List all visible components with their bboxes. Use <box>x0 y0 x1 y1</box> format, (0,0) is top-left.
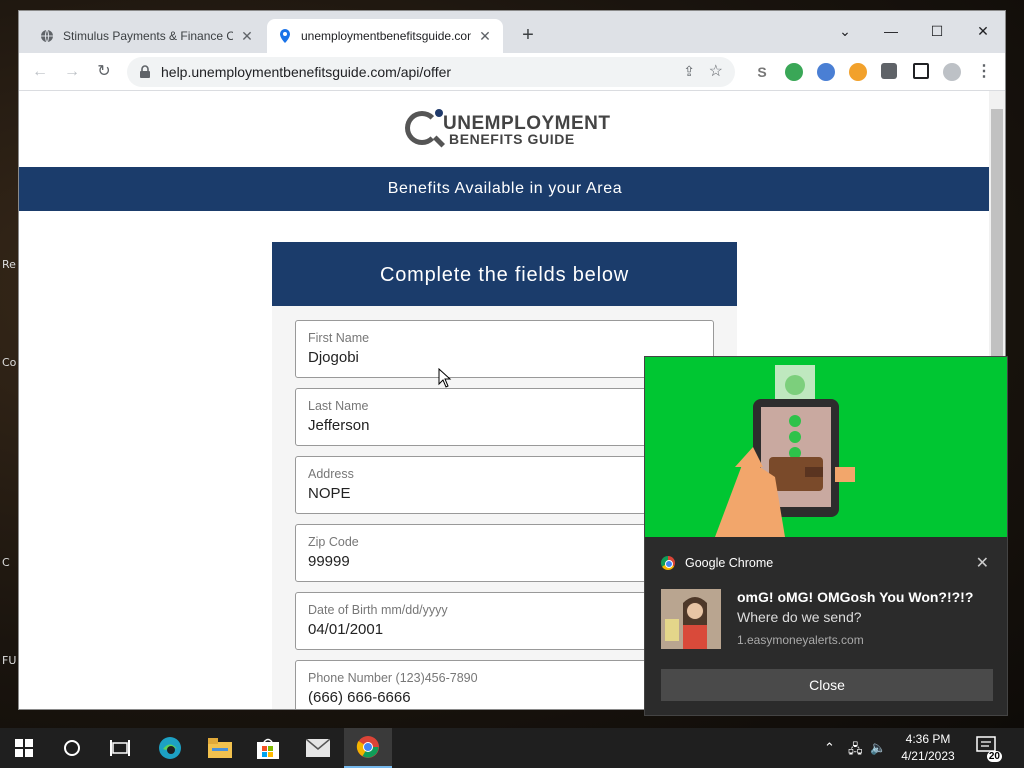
tab-title: Stimulus Payments & Finance Offers <box>63 29 233 43</box>
chrome-taskbar-icon[interactable] <box>344 728 392 768</box>
address-bar[interactable]: help.unemploymentbenefitsguide.com/api/o… <box>127 57 735 87</box>
search-circle-icon[interactable] <box>48 728 96 768</box>
url-text[interactable]: help.unemploymentbenefitsguide.com/api/o… <box>161 64 451 80</box>
notification-app-name: Google Chrome <box>685 556 774 570</box>
field-label: Last Name <box>308 399 369 413</box>
taskbar-clock[interactable]: 4:36 PM 4/21/2023 <box>890 731 966 765</box>
notification-close-icon[interactable]: ✕ <box>976 553 989 573</box>
field-value[interactable]: (666) 666-6666 <box>308 689 411 706</box>
notification-thumbnail <box>661 589 721 649</box>
scrollbar-thumb[interactable] <box>991 109 1003 369</box>
side-panel-icon[interactable] <box>913 63 929 79</box>
lock-icon <box>139 65 151 79</box>
edge-browser-icon[interactable] <box>146 728 194 768</box>
action-center-icon[interactable]: 20 <box>976 736 1002 762</box>
chrome-notification-toast[interactable]: Google Chrome ✕ omG! oMG! OMGosh You Won… <box>644 356 1008 716</box>
notification-close-button[interactable]: Close <box>661 669 993 701</box>
form-header: Complete the fields below <box>272 242 737 306</box>
logo-dot <box>435 109 443 117</box>
clock-date: 4/21/2023 <box>901 749 955 763</box>
field-label: Address <box>308 467 354 481</box>
file-explorer-icon[interactable] <box>196 728 244 768</box>
field-value[interactable]: Djogobi <box>308 349 359 366</box>
microsoft-store-icon[interactable] <box>244 728 292 768</box>
start-windows-icon[interactable] <box>0 728 48 768</box>
field-value[interactable]: 04/01/2001 <box>308 621 383 638</box>
extensions-puzzle-icon[interactable] <box>881 63 897 79</box>
share-icon[interactable]: ⇪ <box>683 63 695 80</box>
logo-line2: BENEFITS GUIDE <box>449 131 575 147</box>
field-label: Phone Number (123)456-7890 <box>308 671 478 685</box>
close-icon[interactable]: ✕ <box>239 28 255 44</box>
desktop-icon-label[interactable]: Co <box>2 356 16 369</box>
desktop-icon-label[interactable]: FU <box>2 654 16 667</box>
notification-source: 1.easymoneyalerts.com <box>737 633 864 647</box>
windows-taskbar: ⌃ 🖧 🔈 4:36 PM 4/21/2023 20 <box>0 728 1024 768</box>
maximize-button[interactable]: ☐ <box>917 17 957 45</box>
magnifier-handle <box>432 135 446 148</box>
tab-unemployment-benefits[interactable]: unemploymentbenefitsguide.com ✕ <box>267 19 503 53</box>
mail-icon[interactable] <box>294 728 342 768</box>
notification-body: Where do we send? <box>737 609 862 625</box>
location-pin-icon <box>277 28 293 44</box>
tab-search-button[interactable]: ⌄ <box>825 17 865 45</box>
mouse-cursor-icon <box>438 368 452 388</box>
bookmark-star-icon[interactable]: ☆ <box>709 61 723 81</box>
field-value[interactable]: Jefferson <box>308 417 369 434</box>
profile-avatar-icon[interactable] <box>943 63 961 81</box>
network-icon[interactable]: 🖧 <box>848 740 863 762</box>
extension-green-icon[interactable] <box>785 63 803 81</box>
desktop-icon-label[interactable]: C <box>2 556 10 569</box>
notification-title: omG! oMG! OMGosh You Won?!?!? <box>737 589 974 605</box>
chrome-icon <box>661 556 675 570</box>
clock-time: 4:36 PM <box>905 732 951 746</box>
task-view-icon[interactable] <box>96 728 144 768</box>
reload-icon[interactable]: ↻ <box>91 59 117 85</box>
browser-toolbar: ← → ↻ help.unemploymentbenefitsguide.com… <box>19 53 1005 91</box>
back-icon[interactable]: ← <box>27 59 53 85</box>
extension-orange-icon[interactable] <box>849 63 867 81</box>
extension-s-icon[interactable]: S <box>753 63 771 81</box>
extension-blue-icon[interactable] <box>817 63 835 81</box>
volume-muted-icon[interactable]: 🔈 <box>870 740 886 756</box>
notification-hero-image <box>645 357 1007 537</box>
new-tab-button[interactable]: + <box>517 25 539 47</box>
forward-icon[interactable]: → <box>59 59 85 85</box>
tab-strip: Stimulus Payments & Finance Offers ✕ une… <box>19 11 1005 53</box>
field-label: Zip Code <box>308 535 359 549</box>
window-close-button[interactable]: ✕ <box>963 17 1003 45</box>
site-logo[interactable]: UNEMPLOYMENT BENEFITS GUIDE <box>405 109 610 153</box>
tab-title: unemploymentbenefitsguide.com <box>301 29 471 43</box>
benefits-banner: Benefits Available in your Area <box>19 167 991 211</box>
tab-stimulus-payments[interactable]: Stimulus Payments & Finance Offers ✕ <box>29 19 265 53</box>
field-value[interactable]: 99999 <box>308 553 350 570</box>
field-value[interactable]: NOPE <box>308 485 351 502</box>
desktop-icon-label[interactable]: Re <box>2 258 16 271</box>
notification-count-badge: 20 <box>986 751 1002 762</box>
field-label: Date of Birth mm/dd/yyyy <box>308 603 448 617</box>
phone-wallet-money-illustration <box>715 365 855 537</box>
tray-overflow-chevron-icon[interactable]: ⌃ <box>824 740 835 756</box>
minimize-button[interactable]: — <box>871 17 911 45</box>
close-icon[interactable]: ✕ <box>477 28 493 44</box>
globe-icon <box>39 28 55 44</box>
field-label: First Name <box>308 331 370 345</box>
notification-app-row: Google Chrome <box>661 555 773 571</box>
more-menu-icon[interactable]: ⋮ <box>971 59 997 85</box>
